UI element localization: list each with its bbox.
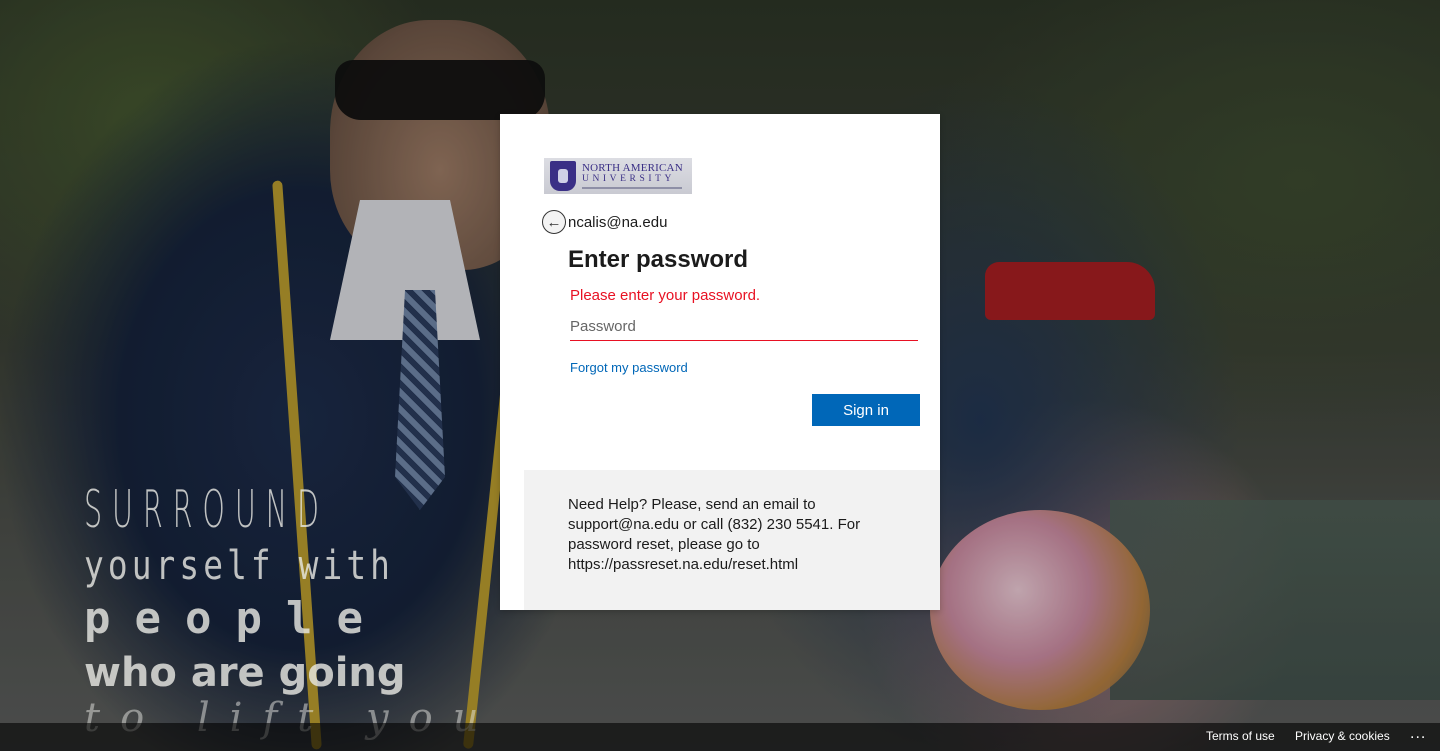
university-logo: NORTH AMERICAN UNIVERSITY [544,158,692,194]
terms-of-use-link[interactable]: Terms of use [1206,729,1275,743]
error-message: Please enter your password. [570,287,761,304]
privacy-cookies-link[interactable]: Privacy & cookies [1295,729,1390,743]
forgot-password-link[interactable]: Forgot my password [570,360,688,375]
password-input[interactable] [570,312,918,341]
quote-line: people [84,593,387,644]
username-display: ncalis@na.edu [568,213,668,231]
crest-icon [550,161,576,191]
help-text: Need Help? Please, send an email to supp… [568,496,861,573]
quote-line: SURROUND [84,480,329,540]
quote-line: yourself with [84,543,395,589]
identity-banner: ← ncalis@na.edu [542,210,667,234]
footer-bar: Terms of use Privacy & cookies ... [0,723,1440,751]
help-panel: Need Help? Please, send an email to supp… [524,470,940,610]
background-quote: SURROUND yourself with people who are go… [84,478,504,738]
logo-text: UNIVERSITY [582,173,675,184]
quote-line: who are going [84,650,406,696]
logo-text: NORTH AMERICAN [582,161,683,174]
back-arrow-icon[interactable]: ← [542,210,566,234]
logo-tagline-bar [582,187,682,190]
sign-in-card: NORTH AMERICAN UNIVERSITY ← ncalis@na.ed… [500,114,940,610]
more-options-icon[interactable]: ... [1410,725,1426,743]
page-title: Enter password [568,246,749,273]
sign-in-button[interactable]: Sign in [812,394,920,426]
